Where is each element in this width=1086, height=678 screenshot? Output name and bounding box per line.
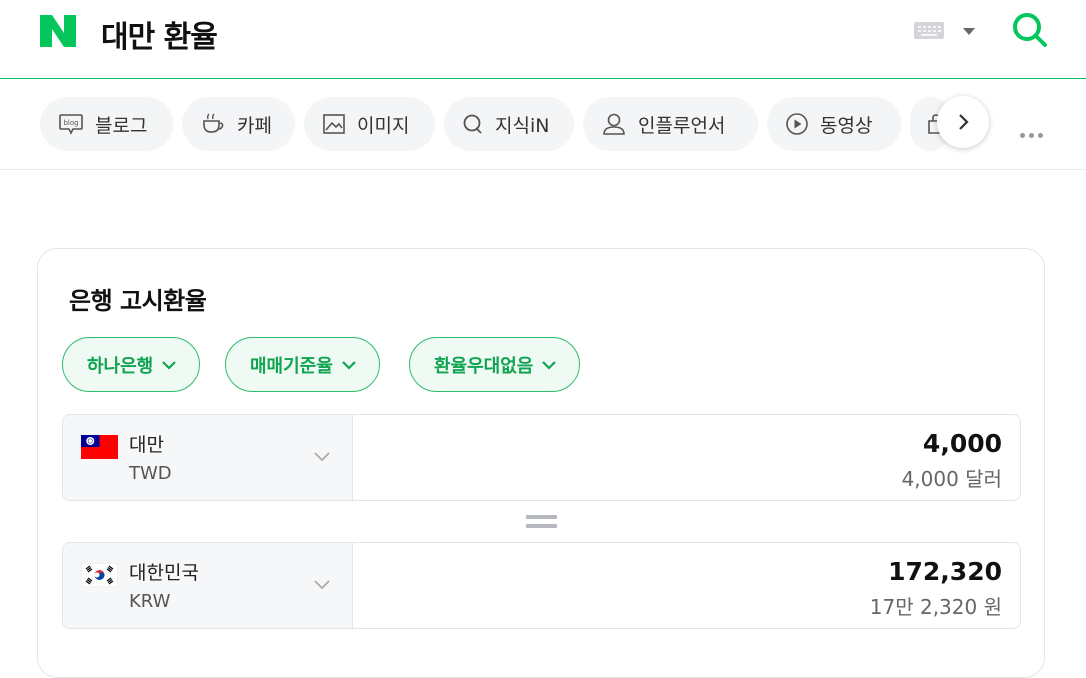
tab-label: 인플루언서 [638, 114, 726, 137]
tab-label: 동영상 [820, 114, 873, 137]
chevron-down-icon [542, 360, 557, 370]
chevron-down-icon[interactable] [963, 28, 975, 35]
bank-select-button[interactable]: 하나은행 [62, 337, 201, 392]
taiwan-flag-icon [81, 435, 118, 459]
rate-type-select-button[interactable]: 매매기준율 [225, 337, 380, 392]
tabs-next-button[interactable] [937, 96, 989, 148]
tab-label: 블로그 [95, 114, 148, 137]
filter-label: 매매기준율 [250, 355, 333, 377]
to-currency-row: 대한민국 KRW 172,320 17만 2,320 원 [62, 542, 1021, 629]
filter-label: 환율우대없음 [434, 355, 534, 377]
currency-code: KRW [129, 591, 171, 612]
cafe-cup-icon [203, 113, 224, 133]
preferential-rate-select-button[interactable]: 환율우대없음 [409, 337, 581, 392]
knowledge-q-icon [463, 114, 482, 134]
keyboard-icon[interactable] [914, 22, 944, 39]
amount-input[interactable]: 4,000 [923, 429, 1002, 458]
equals-icon [526, 515, 557, 533]
tab-cafe[interactable]: 카페 [182, 97, 295, 151]
chevron-down-icon [342, 360, 356, 370]
to-currency-select[interactable]: 대한민국 KRW [63, 543, 353, 628]
amount-text: 17만 2,320 원 [869, 595, 1002, 619]
tab-label: 카페 [237, 114, 272, 137]
search-tabs: blog 블로그 카페 이미지 지식iN 인플루언서 동영상 [0, 79, 1086, 170]
from-currency-select[interactable]: 대만 TWD [63, 415, 353, 500]
svg-text:blog: blog [63, 119, 78, 127]
person-icon [603, 113, 625, 135]
more-menu-icon[interactable] [1020, 123, 1047, 142]
converted-amount: 172,320 [888, 557, 1002, 586]
chevron-down-icon [314, 580, 330, 590]
currency-country: 대한민국 [129, 562, 199, 584]
filter-label: 하나은행 [87, 355, 154, 377]
play-icon [786, 113, 808, 135]
tab-influencer[interactable]: 인플루언서 [583, 97, 758, 151]
tab-label: 이미지 [357, 114, 410, 137]
tab-video[interactable]: 동영상 [767, 97, 901, 151]
chevron-down-icon [162, 360, 177, 370]
from-currency-row: 대만 TWD 4,000 4,000 달러 [62, 414, 1021, 501]
search-query[interactable]: 대만 환율 [101, 12, 218, 56]
currency-country: 대만 [129, 434, 164, 456]
naver-logo-icon[interactable] [40, 15, 76, 47]
search-header: 대만 환율 [0, 0, 1086, 79]
image-icon [323, 114, 345, 134]
search-icon[interactable] [1010, 10, 1050, 50]
tab-knowledge-in[interactable]: 지식iN [444, 97, 574, 151]
card-title: 은행 고시환율 [69, 287, 207, 315]
tab-blog[interactable]: blog 블로그 [40, 97, 173, 151]
tab-image[interactable]: 이미지 [304, 97, 435, 151]
korea-flag-icon [81, 563, 118, 587]
chevron-down-icon [314, 452, 330, 462]
exchange-rate-card: 은행 고시환율 하나은행 매매기준율 환율우대없음 대만 TWD 4,000 4… [37, 248, 1045, 678]
chevron-right-icon [959, 114, 969, 130]
tab-label: 지식iN [495, 114, 550, 137]
blog-icon: blog [59, 114, 83, 135]
amount-text: 4,000 달러 [901, 467, 1002, 491]
currency-code: TWD [129, 463, 172, 484]
